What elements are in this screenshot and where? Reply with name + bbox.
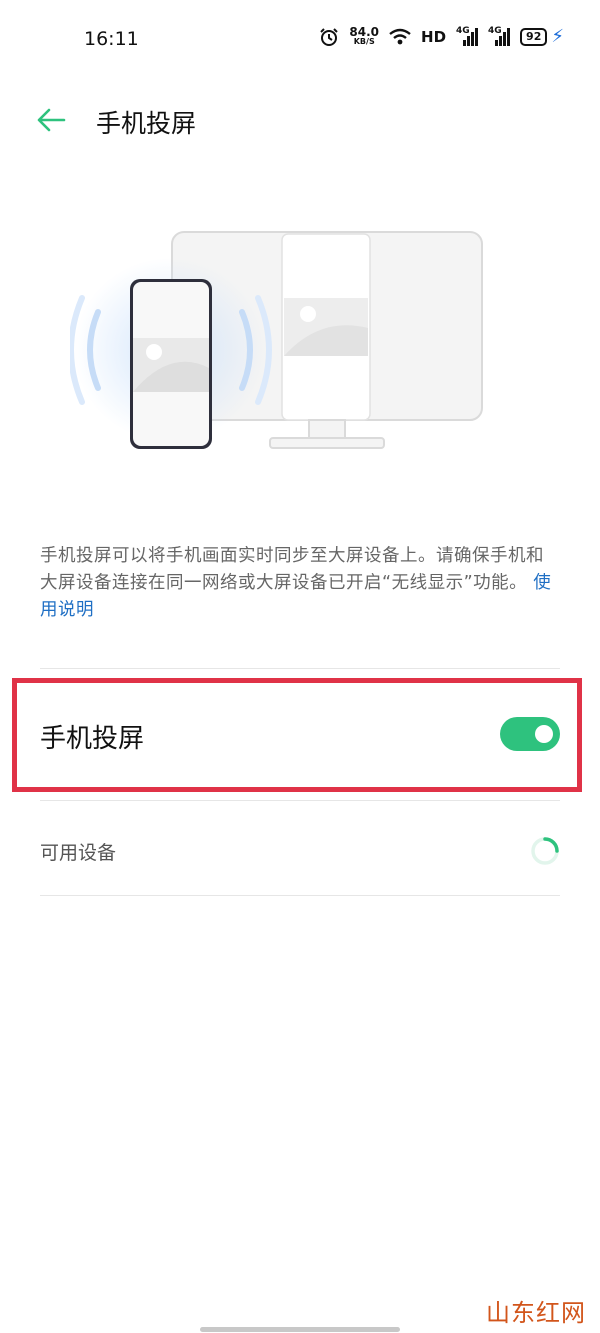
signal-2: 4G (488, 26, 511, 46)
cast-toggle-switch[interactable] (500, 717, 560, 751)
battery-level: 92 (520, 27, 548, 46)
arrow-left-icon (37, 108, 66, 132)
signal-bars-icon (495, 27, 511, 46)
app-header: 手机投屏 (0, 90, 600, 150)
status-bar: 16:11 84.0 KB/S HD 4G 4G 92 ⚡ (0, 0, 600, 78)
back-button[interactable] (34, 102, 70, 138)
alarm-icon (320, 27, 339, 46)
net-speed-value: 84.0 (349, 24, 380, 39)
signal-bars-icon (463, 27, 479, 46)
description-text: 手机投屏可以将手机画面实时同步至大屏设备上。请确保手机和大屏设备连接在同一网络或… (40, 546, 544, 593)
cast-toggle-row[interactable]: 手机投屏 (40, 690, 560, 780)
divider (40, 895, 560, 896)
spinner-icon (531, 837, 559, 865)
available-devices-row: 可用设备 (40, 822, 560, 882)
net-speed-unit: KB/S (353, 36, 375, 46)
divider (40, 800, 560, 801)
phone-to-monitor-cast-illustration (70, 231, 483, 449)
status-time: 16:11 (84, 28, 139, 50)
cast-toggle-label: 手机投屏 (40, 724, 145, 754)
signal-1: 4G (456, 26, 479, 46)
status-icons: 84.0 KB/S HD 4G 4G 92 ⚡ (319, 26, 564, 47)
toggle-knob (535, 725, 553, 743)
available-devices-label: 可用设备 (40, 842, 117, 864)
page-title: 手机投屏 (96, 109, 197, 138)
home-indicator[interactable] (200, 1327, 400, 1332)
watermark: 山东红网 (486, 1299, 586, 1327)
divider (40, 668, 560, 669)
cast-description: 手机投屏可以将手机画面实时同步至大屏设备上。请确保手机和大屏设备连接在同一网络或… (40, 543, 560, 624)
hd-indicator: HD (421, 27, 447, 46)
charging-bolt-icon: ⚡ (551, 26, 564, 47)
net-speed: 84.0 KB/S (349, 24, 380, 47)
wifi-icon (389, 28, 411, 44)
